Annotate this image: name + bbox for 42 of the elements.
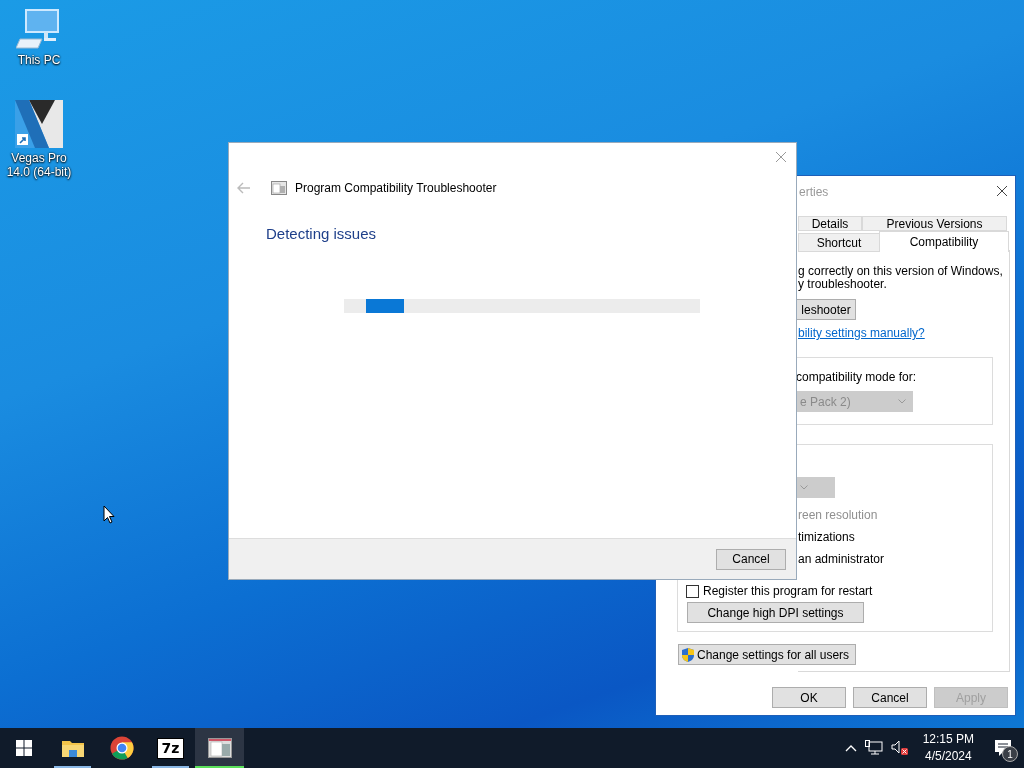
archive-app-logo: 7z — [157, 738, 184, 758]
window-title: erties — [799, 185, 829, 199]
description-text: y troubleshooter. — [798, 277, 887, 291]
clock[interactable]: 12:15 PM 4/5/2024 — [916, 731, 980, 765]
setting-label: reen resolution — [798, 508, 878, 522]
compatibility-mode-label: compatibility mode for: — [796, 370, 917, 384]
browser-icon — [109, 736, 134, 760]
close-icon[interactable] — [996, 185, 1008, 197]
chevron-down-icon — [800, 485, 808, 490]
folder-icon — [61, 739, 84, 757]
dialog-button[interactable]: Cancel — [853, 687, 927, 708]
mouse-cursor-icon — [103, 505, 115, 524]
tab[interactable]: Shortcut — [798, 233, 880, 252]
computer-icon[interactable] — [16, 8, 62, 50]
chevron-down-icon — [898, 399, 906, 404]
tab[interactable]: Compatibility — [879, 231, 1009, 252]
setting-label: timizations — [798, 530, 855, 544]
windows-start-icon[interactable] — [16, 740, 32, 756]
all-users-button[interactable]: Change settings for all users — [678, 644, 856, 665]
setting-label: an administrator — [798, 552, 885, 566]
tab[interactable]: Previous Versions — [862, 216, 1007, 231]
shield-icon — [681, 646, 695, 663]
manual-settings-link[interactable]: bility settings manually? — [798, 326, 925, 340]
caret-up-icon[interactable] — [844, 744, 857, 752]
dialog-button[interactable]: OK — [772, 687, 846, 708]
run-troubleshooter-button[interactable]: leshooter — [796, 299, 856, 320]
cancel-button[interactable]: Cancel — [716, 548, 786, 570]
status-heading: Detecting issues — [266, 225, 377, 242]
tab[interactable]: Details — [798, 216, 862, 231]
taskbar-button[interactable] — [195, 728, 244, 768]
checkbox-label: Register this program for restart — [703, 584, 873, 598]
taskbar-button[interactable]: 7z — [146, 728, 195, 768]
window-title: Program Compatibility Troubleshooter — [295, 181, 497, 195]
program-window-icon — [271, 181, 287, 195]
program-window-icon — [207, 738, 232, 758]
dpi-settings-button[interactable]: Change high DPI settings — [687, 602, 864, 623]
notification-count-badge: 1 — [1002, 746, 1018, 762]
network-icon[interactable] — [864, 740, 883, 756]
description-text: g correctly on this version of Windows, — [798, 264, 1003, 278]
checkbox[interactable] — [686, 584, 699, 598]
film-logo-icon[interactable] — [15, 100, 63, 148]
muted-speaker-icon[interactable] — [890, 740, 909, 756]
